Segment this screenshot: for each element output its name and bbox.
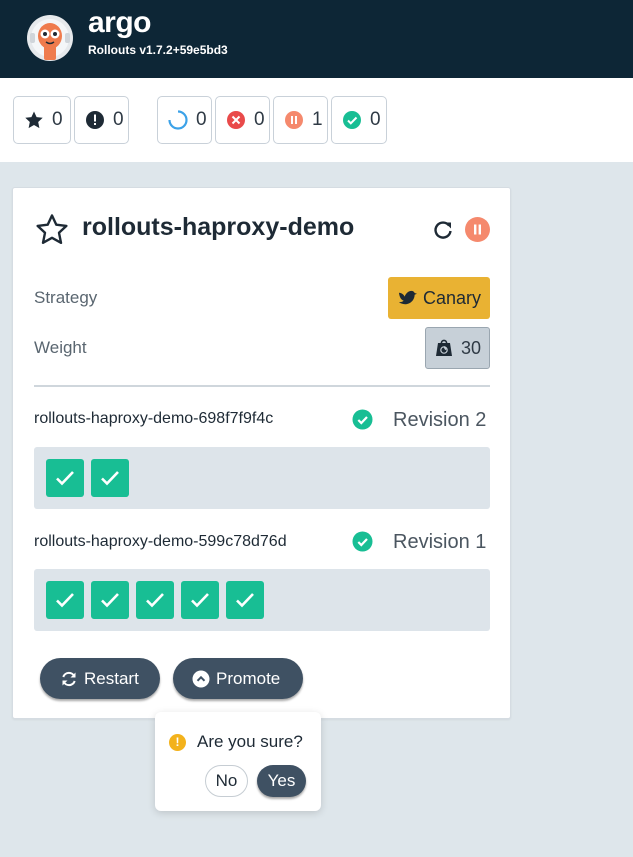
version-label: Rollouts v1.7.2+59e5bd3	[88, 43, 228, 57]
exclamation-circle-icon	[86, 111, 104, 129]
check-icon	[56, 471, 74, 486]
revision-label: Revision 2	[393, 409, 487, 431]
strategy-value: Canary	[423, 287, 482, 308]
paused-count: 1	[312, 109, 323, 130]
favorite-star-icon[interactable]	[35, 213, 69, 247]
warning-icon: !	[169, 734, 186, 751]
replicaset-name: rollouts-haproxy-demo-698f7f9f4c	[34, 410, 274, 427]
rollout-paused-icon	[465, 217, 490, 242]
healthy-filter-button[interactable]: 0	[331, 96, 387, 144]
check-icon	[101, 593, 119, 608]
restart-button[interactable]: Restart	[40, 658, 160, 699]
check-icon	[236, 593, 254, 608]
star-icon	[25, 111, 43, 129]
weight-label: Weight	[34, 338, 87, 357]
needs-attention-count: 0	[113, 109, 124, 130]
needs-attention-filter-button[interactable]: 0	[74, 96, 129, 144]
degraded-x-icon	[227, 111, 245, 129]
weight-scale-icon	[436, 339, 452, 356]
canary-bird-icon	[398, 290, 417, 304]
degraded-filter-button[interactable]: 0	[215, 96, 270, 144]
replicaset-name: rollouts-haproxy-demo-599c78d76d	[34, 533, 287, 550]
check-icon	[56, 593, 74, 608]
divider	[34, 385, 490, 387]
weight-badge: 30	[425, 327, 490, 369]
chevron-up-circle-icon	[192, 670, 210, 687]
check-icon	[101, 471, 119, 486]
brand-name: argo	[88, 6, 152, 39]
check-icon	[191, 593, 209, 608]
favorites-count: 0	[52, 109, 63, 130]
argo-logo-icon	[27, 15, 73, 61]
restart-label: Restart	[84, 668, 139, 688]
favorites-filter-button[interactable]: 0	[13, 96, 71, 144]
refresh-icon[interactable]	[432, 219, 454, 241]
pod-healthy[interactable]	[46, 581, 84, 619]
paused-filter-button[interactable]: 1	[273, 96, 328, 144]
pod-healthy[interactable]	[181, 581, 219, 619]
check-icon	[146, 593, 164, 608]
healthy-check-icon	[352, 409, 373, 430]
pod-healthy[interactable]	[136, 581, 174, 619]
weight-value: 30	[461, 337, 482, 358]
rollout-name: rollouts-haproxy-demo	[82, 213, 355, 241]
sync-icon	[62, 671, 76, 686]
healthy-count: 0	[370, 109, 381, 130]
strategy-badge: Canary	[388, 277, 490, 319]
paused-icon	[285, 111, 303, 129]
pod-healthy[interactable]	[46, 459, 84, 497]
healthy-check-icon	[352, 531, 373, 552]
pod-healthy[interactable]	[91, 459, 129, 497]
progressing-filter-button[interactable]: 0	[157, 96, 212, 144]
confirm-question: Are you sure?	[197, 732, 303, 751]
top-bar: argo Rollouts v1.7.2+59e5bd3	[0, 0, 633, 78]
confirm-no-button[interactable]: No	[205, 765, 248, 797]
rollout-card[interactable]: rollouts-haproxy-demo Strategy Canary We…	[12, 187, 511, 719]
promote-button[interactable]: Promote	[173, 658, 303, 699]
filter-toolbar: 0 0 0 0 1 0	[0, 78, 633, 162]
degraded-count: 0	[254, 109, 265, 130]
progressing-count: 0	[196, 109, 207, 130]
confirm-yes-button[interactable]: Yes	[257, 765, 306, 797]
pods-container	[34, 447, 490, 509]
strategy-label: Strategy	[34, 288, 98, 307]
promote-label: Promote	[216, 668, 281, 688]
confirm-popover: ! Are you sure? No Yes	[155, 712, 321, 811]
progressing-spinner-icon	[168, 110, 188, 130]
revision-label: Revision 1	[393, 531, 487, 553]
pod-healthy[interactable]	[226, 581, 264, 619]
pod-healthy[interactable]	[91, 581, 129, 619]
healthy-check-icon	[343, 111, 361, 129]
pods-container	[34, 569, 490, 631]
